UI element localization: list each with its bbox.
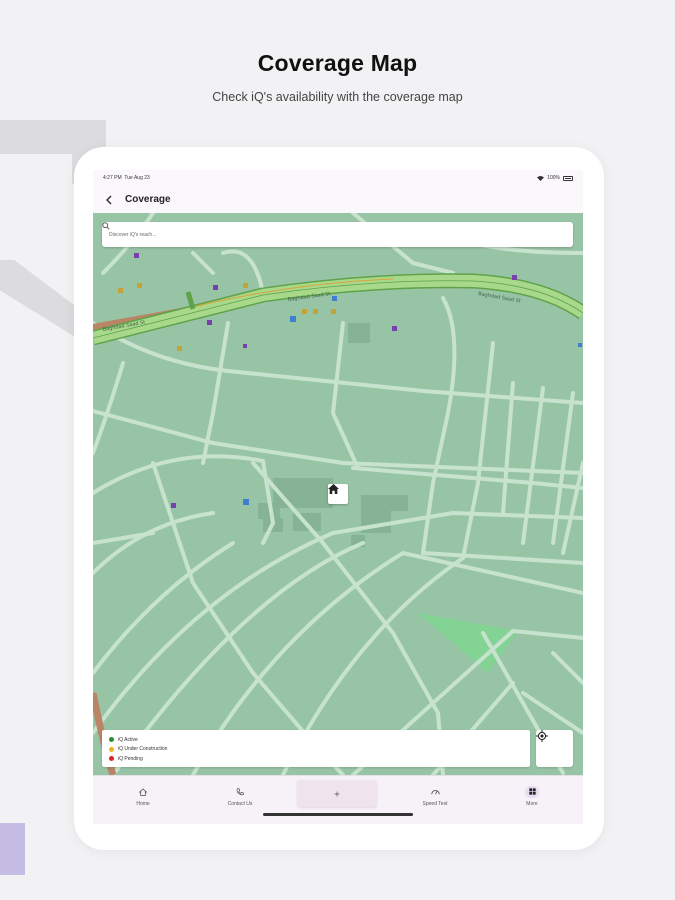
legend-label: iQ Under Construction [118,746,168,753]
status-time-date: 4:27 PM Tue Aug 23 [103,175,150,181]
legend-dot-pending [109,756,114,762]
poi-icon [177,346,182,351]
poi-icon [213,285,218,290]
map-highway [93,274,583,344]
nav-label: Speed Test [422,800,448,807]
nav-item-home[interactable]: Home [108,776,178,816]
grid-icon [528,788,536,795]
poi-icon [290,316,296,322]
hero-title: Coverage Map [257,50,418,76]
poi-icon [332,296,337,301]
nav-item-speed-test[interactable]: Speed Test [400,776,470,816]
status-date: Tue Aug 23 [124,175,150,181]
my-location-button[interactable] [536,730,573,767]
search-icon[interactable] [102,222,566,241]
legend-dot-active [109,737,114,743]
home-indicator-bar [263,813,413,816]
poi-icon [171,503,176,508]
poi-icon [578,343,582,347]
legend-item: iQ Pending [109,754,523,764]
page-title: Coverage [125,194,171,205]
search-bar [102,222,573,247]
poi-icon [313,309,318,314]
nav-item-contact-us[interactable]: Contact Us [205,776,275,816]
nav-active-indicator [525,785,539,798]
battery-percent: 100% [547,175,560,181]
map-building [273,478,333,508]
poi-icon [137,283,142,288]
battery-icon [563,175,573,181]
nav-label: Home [136,800,150,807]
poi-icon [118,288,123,293]
bottom-navigation: Home Contact Us Speed Test More [93,775,583,824]
legend-item: iQ Under Construction [109,745,523,755]
chevron-left-icon [106,195,112,204]
app-bar: Coverage [93,186,583,213]
poi-icon [331,309,336,314]
legend-dot-under-construction [109,746,114,752]
status-time: 4:27 PM [103,175,122,181]
poi-icon [243,283,248,288]
map-building [348,323,370,343]
poi-icon [392,326,397,331]
crosshair-icon [536,730,548,742]
plus-icon [334,791,340,796]
nav-label: More [526,800,538,807]
legend-item: iQ Active [109,735,523,745]
wifi-icon [537,175,545,181]
app-screen: 4:27 PM Tue Aug 23 100% Coverage Baghdad… [93,170,583,824]
nav-item-more[interactable]: More [497,776,567,816]
decorative-shape [0,120,106,154]
hero-subtitle: Check iQ's availability with the coverag… [212,90,463,104]
nav-active-pill [525,785,539,798]
map-building [388,495,408,511]
poi-icon [243,499,249,505]
coverage-map[interactable]: Baghdad Saad St Baghdad Saad St Baghdad … [93,213,583,775]
add-button[interactable] [297,780,377,807]
poi-icon [302,309,307,314]
phone-icon [233,786,247,798]
poi-icon [512,275,517,280]
decorative-shape [0,260,80,340]
coverage-legend: iQ Active iQ Under Construction iQ Pendi… [102,730,530,767]
home-location-marker[interactable] [328,484,348,504]
search-input[interactable] [102,222,554,247]
poi-icon [243,344,247,348]
home-icon [136,786,150,798]
back-button[interactable] [99,190,119,210]
speedometer-icon [428,786,442,798]
legend-label: iQ Active [118,736,138,743]
decorative-shape [0,823,25,875]
status-indicators: 100% [537,175,573,181]
nav-label: Contact Us [227,800,253,807]
poi-icon [134,253,139,258]
legend-label: iQ Pending [118,755,143,762]
poi-icon [207,320,212,325]
status-bar: 4:27 PM Tue Aug 23 100% [93,170,583,186]
home-icon [328,484,339,494]
